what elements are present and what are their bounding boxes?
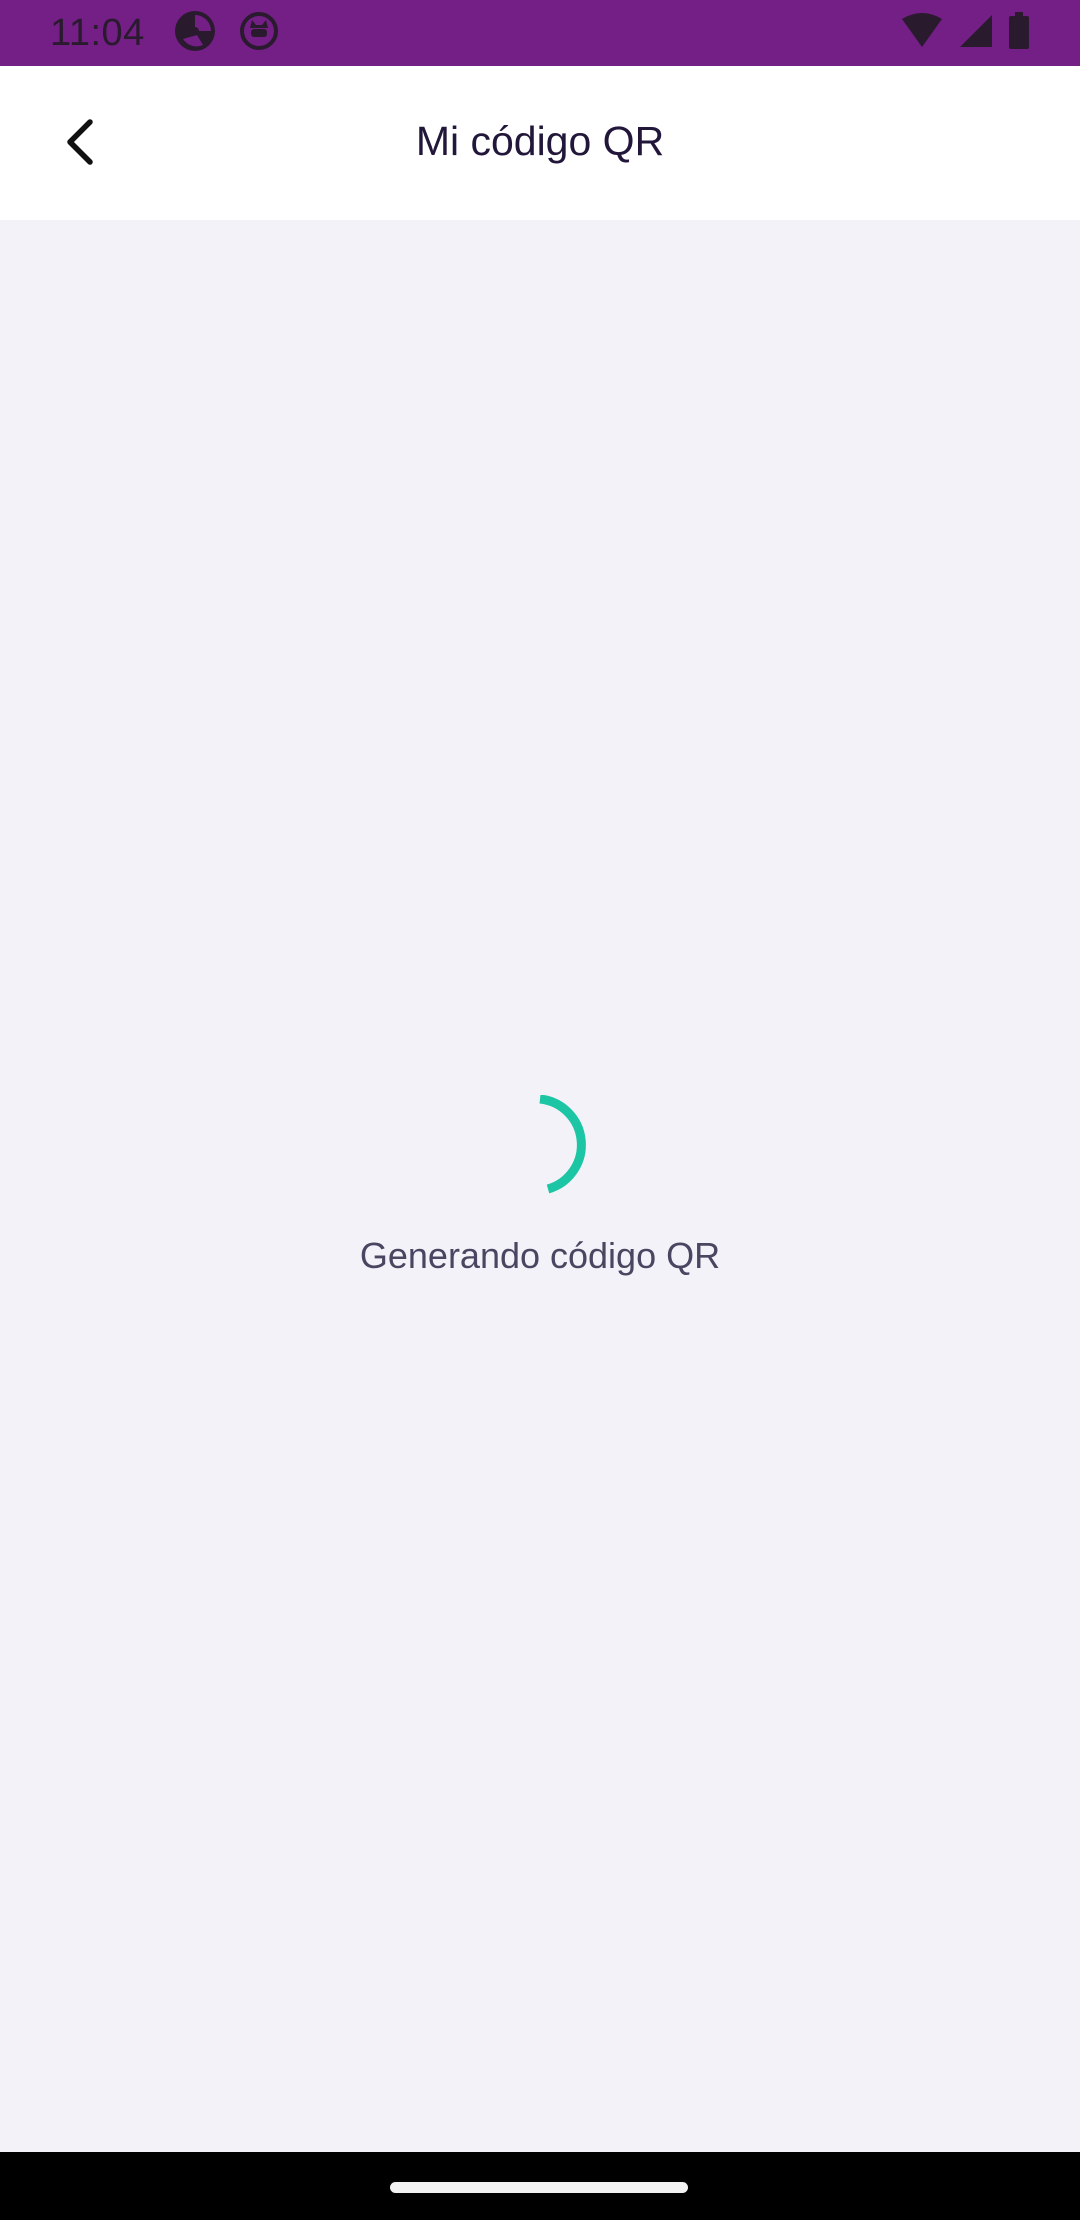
cat-app-icon	[239, 11, 279, 56]
app-bar: Mi código QR	[0, 66, 1080, 220]
loading-spinner	[490, 1094, 590, 1195]
media-app-icon	[173, 9, 217, 58]
wifi-icon	[900, 12, 944, 54]
status-notification-icons	[173, 9, 279, 58]
screen: 11:04 Mi código QR Generando código QR	[0, 0, 1080, 2220]
status-system-icons	[900, 11, 1030, 55]
page-title: Mi código QR	[415, 118, 665, 164]
status-time: 11:04	[50, 11, 145, 54]
status-bar: 11:04	[0, 0, 1080, 66]
loading-text: Generando código QR	[359, 1235, 721, 1276]
navigation-bar	[0, 2152, 1080, 2220]
main-content: Generando código QR	[0, 220, 1080, 2152]
signal-icon	[958, 13, 994, 54]
battery-icon	[1008, 11, 1030, 55]
home-indicator[interactable]	[390, 2182, 688, 2193]
